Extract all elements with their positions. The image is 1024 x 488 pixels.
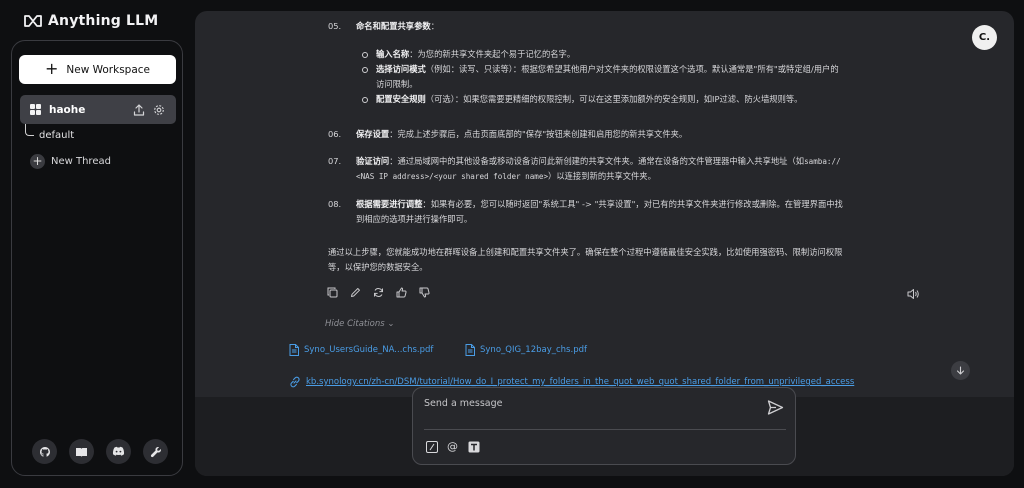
hide-citations-label: Hide Citations <box>325 319 385 329</box>
composer-divider <box>424 429 786 430</box>
at-mention-icon[interactable]: @ <box>446 440 459 453</box>
summary-paragraph: 通过以上步骤，您就能成功地在群晖设备上创建和配置共享文件夹了。确保在整个过程中遵… <box>328 245 918 275</box>
plus-icon: + <box>44 58 59 78</box>
inline-code: samba:// <box>804 157 841 166</box>
plus-icon: + <box>30 154 45 169</box>
thread-item-default[interactable]: default <box>39 130 74 141</box>
list-item-title: 命名和配置共享参数 <box>356 21 431 31</box>
list-item-05: 05. 命名和配置共享参数： <box>328 19 928 34</box>
upload-icon[interactable] <box>132 103 146 117</box>
list-item-title: 验证访问 <box>356 156 390 166</box>
app-name: Anything LLM <box>48 13 159 29</box>
bullet-text: 访问限制。 <box>376 79 418 89</box>
thumbs-down-icon[interactable] <box>417 285 431 299</box>
sidebar-footer <box>32 439 168 464</box>
edit-pencil-icon[interactable] <box>348 285 362 299</box>
document-icon <box>289 344 299 356</box>
discord-icon[interactable] <box>106 439 131 464</box>
list-item-07: 07. 验证访问：通过局域网中的其他设备或移动设备访问此新创建的共享文件夹。通常… <box>328 154 928 184</box>
summary-text: 等，以保护您的数据安全。 <box>328 262 428 272</box>
message-input[interactable] <box>424 394 754 412</box>
list-number: 08. <box>328 199 342 209</box>
bullet-dot <box>362 96 368 103</box>
bullet-title: 选择访问模式 <box>376 64 426 74</box>
scroll-to-bottom-button[interactable] <box>951 361 970 380</box>
send-icon[interactable] <box>767 399 784 416</box>
bullet-item: 配置安全规则（可选）：如果您需要更精细的权限控制，可以在这里添加额外的安全规则，… <box>362 92 922 107</box>
list-item-text: ：完成上述步骤后，点击页面底部的"保存"按钮来创建和启用您的新共享文件夹。 <box>389 129 688 139</box>
thumbs-up-icon[interactable] <box>394 285 408 299</box>
message-composer: @ <box>412 387 796 465</box>
list-item-text: ）以连接到新的共享文件夹。 <box>548 171 656 181</box>
list-number: 05. <box>328 21 342 31</box>
list-item-text: ： <box>430 21 439 31</box>
sidebar: + New Workspace haohe default + New Thre… <box>11 40 183 476</box>
composer-tools: @ <box>425 440 480 453</box>
arrow-down-icon <box>956 366 965 375</box>
chat-panel: C. 05. 命名和配置共享参数： 输入名称：为您的新共享文件夹起个易于记忆的名… <box>195 11 1014 476</box>
list-item-title: 根据需要进行调整 <box>356 199 423 209</box>
speaker-tts-icon[interactable] <box>907 285 921 299</box>
text-size-icon[interactable] <box>467 440 480 453</box>
anything-llm-logo-icon <box>24 15 42 27</box>
workspace-name: haohe <box>49 103 86 116</box>
list-number: 06. <box>328 129 342 139</box>
bullet-text: （例如：读写、只读等）：根据您希望其他用户对文件夹的权限设置这个选项。默认通常是… <box>425 64 839 74</box>
list-item-text: ：如果有必要，您可以随时返回"系统工具" -> "共享设置"，对已有的共享文件夹… <box>422 199 843 209</box>
list-item-title: 保存设置 <box>356 129 390 139</box>
list-item-08: 08. 根据需要进行调整：如果有必要，您可以随时返回"系统工具" -> "共享设… <box>328 197 928 227</box>
wrench-icon[interactable] <box>143 439 168 464</box>
citation-link-url: kb.synology.cn/zh-cn/DSM/tutorial/How_do… <box>306 377 855 387</box>
bullet-title: 输入名称 <box>376 49 410 59</box>
bullet-title: 配置安全规则 <box>376 94 426 104</box>
bullet-dot <box>362 66 368 73</box>
workspace-settings-gear-icon[interactable] <box>152 103 166 117</box>
bullet-text: （可选）：如果您需要更精细的权限控制，可以在这里添加额外的安全规则，如IP过滤、… <box>425 94 803 104</box>
thread-tree-connector <box>25 124 34 136</box>
link-icon <box>290 376 300 388</box>
bullet-item: 选择访问模式（例如：读写、只读等）：根据您希望其他用户对文件夹的权限设置这个选项… <box>362 62 922 92</box>
github-icon[interactable] <box>32 439 57 464</box>
document-icon <box>465 344 475 356</box>
new-workspace-button[interactable]: + New Workspace <box>19 55 176 84</box>
new-thread-label: New Thread <box>51 156 111 167</box>
chevron-down-icon: ⌄ <box>387 319 395 329</box>
copy-icon[interactable] <box>325 285 339 299</box>
app-logo: Anything LLM <box>24 11 158 31</box>
new-thread-button[interactable]: + New Thread <box>30 154 111 169</box>
list-item-06: 06. 保存设置：完成上述步骤后，点击页面底部的"保存"按钮来创建和启用您的新共… <box>328 127 928 142</box>
workspace-grid-icon <box>30 104 41 115</box>
bullet-text: ：为您的新共享文件夹起个易于记忆的名字。 <box>409 49 576 59</box>
inline-code: <NAS IP address>/<your shared folder nam… <box>356 172 549 181</box>
regenerate-icon[interactable] <box>371 285 385 299</box>
list-number: 07. <box>328 156 342 166</box>
list-item-text: 到相应的选项并进行操作即可。 <box>356 214 473 224</box>
citation-file-name: Syno_UsersGuide_NA...chs.pdf <box>304 345 434 355</box>
user-avatar[interactable]: C. <box>972 25 997 50</box>
bullet-item: 输入名称：为您的新共享文件夹起个易于记忆的名字。 <box>362 47 922 62</box>
bullet-dot <box>362 51 368 58</box>
citation-file-name: Syno_QIG_12bay_chs.pdf <box>480 345 587 355</box>
message-actions <box>325 285 431 299</box>
hide-citations-toggle[interactable]: Hide Citations ⌄ <box>325 319 394 329</box>
citation-file[interactable]: Syno_QIG_12bay_chs.pdf <box>465 344 587 356</box>
book-icon[interactable] <box>69 439 94 464</box>
new-workspace-label: New Workspace <box>66 63 151 76</box>
slash-commands-icon[interactable] <box>425 440 438 453</box>
workspace-item-haohe[interactable]: haohe <box>20 95 176 124</box>
citation-file[interactable]: Syno_UsersGuide_NA...chs.pdf <box>289 344 433 356</box>
list-item-text: ：通过局域网中的其他设备或移动设备访问此新创建的共享文件夹。通常在设备的文件管理… <box>389 156 805 166</box>
summary-text: 通过以上步骤，您就能成功地在群晖设备上创建和配置共享文件夹了。确保在整个过程中遵… <box>328 247 843 257</box>
